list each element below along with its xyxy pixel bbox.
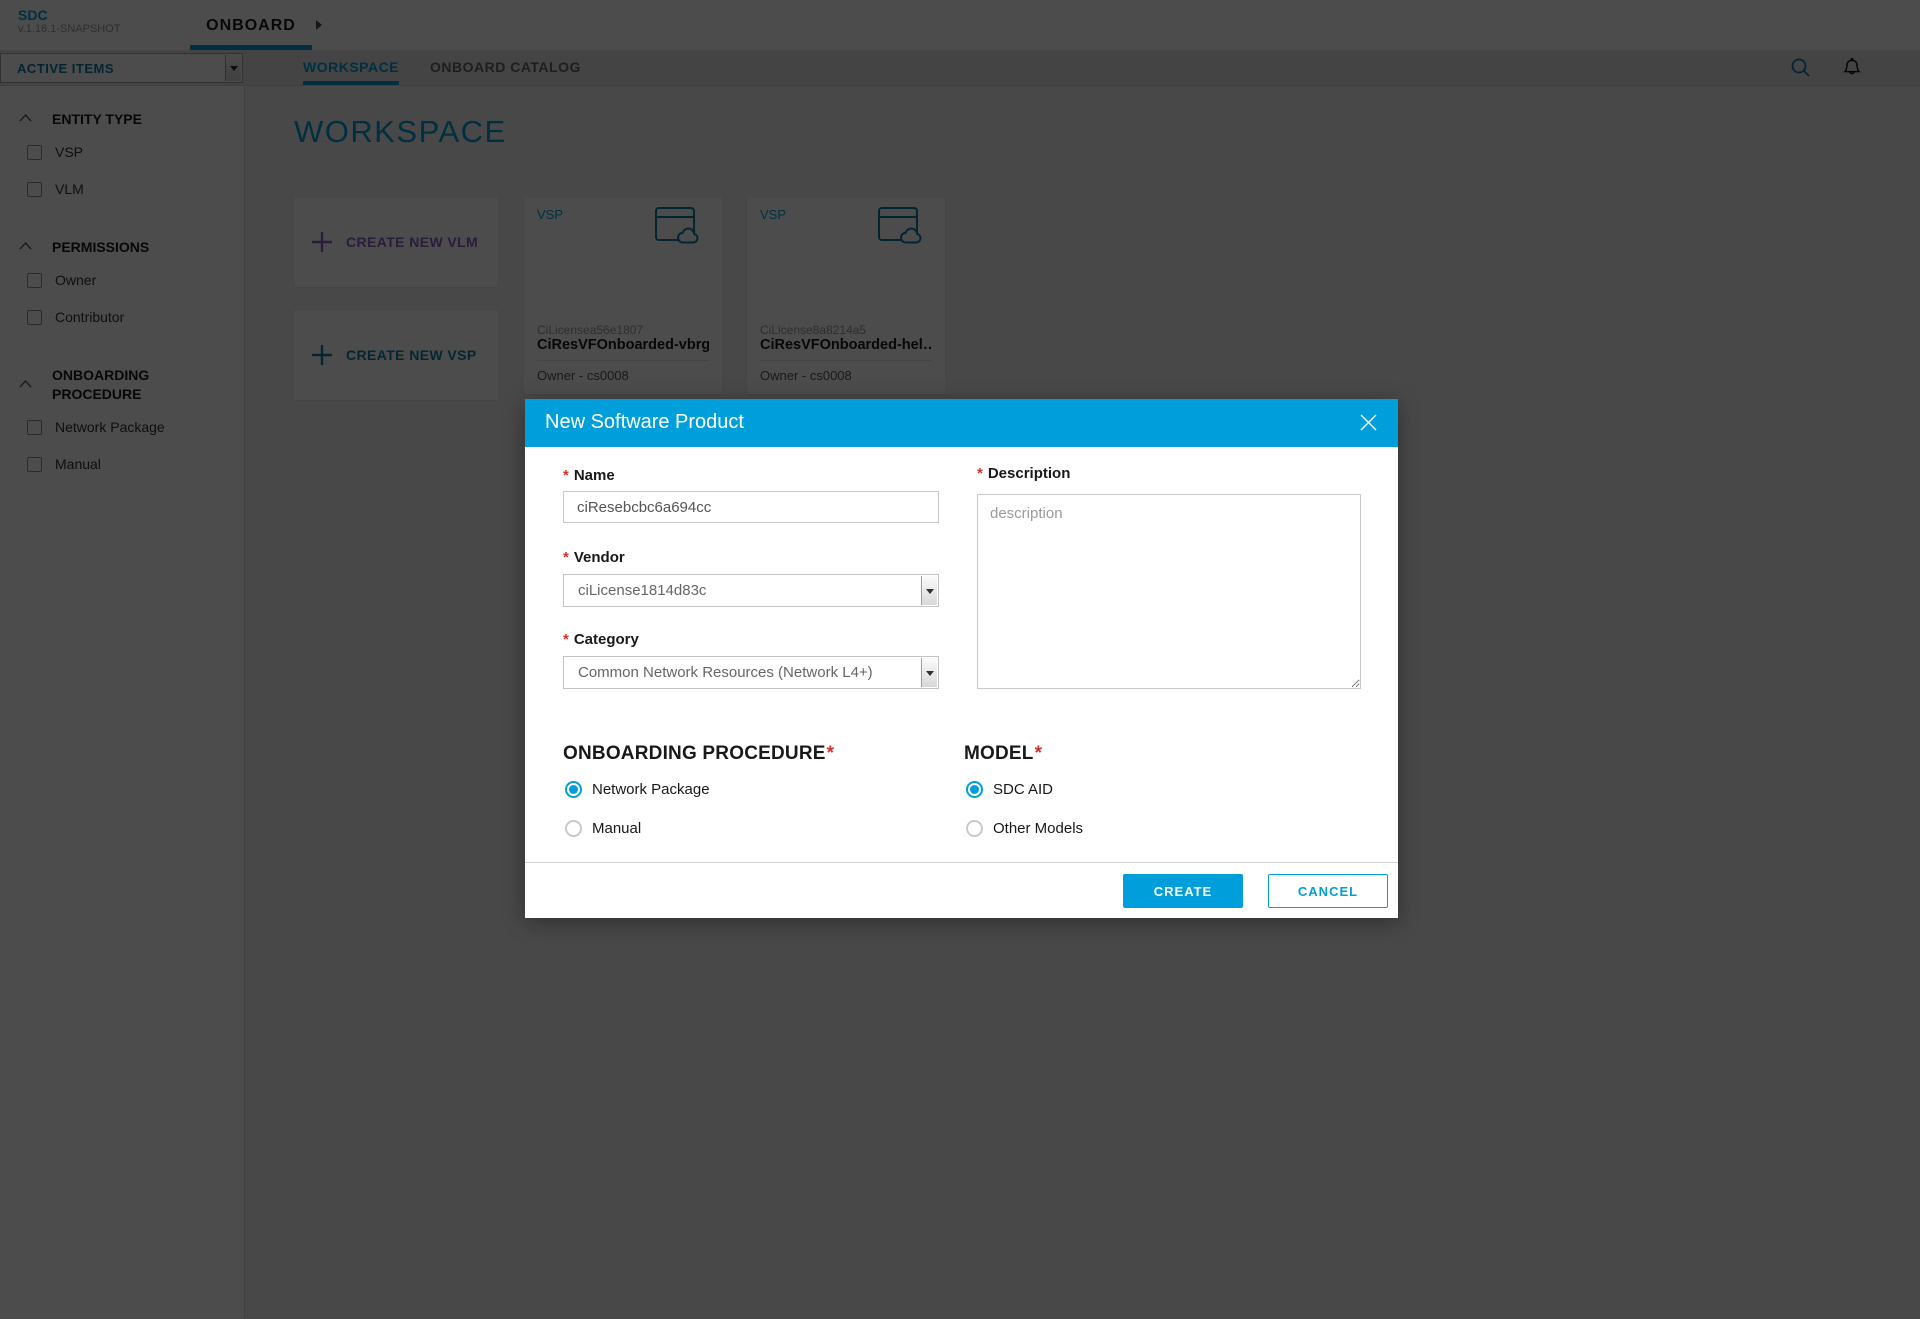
manual-radio[interactable]	[565, 820, 582, 837]
create-button[interactable]: CREATE	[1123, 874, 1243, 908]
dropdown-arrow-icon[interactable]	[921, 658, 937, 687]
sdc-aid-radio[interactable]	[966, 781, 983, 798]
radio-sdc-aid[interactable]: SDC AID	[966, 781, 1053, 798]
radio-network-package[interactable]: Network Package	[565, 781, 710, 798]
vendor-field-label: *Vendor	[563, 549, 625, 566]
onboarding-procedure-section-title: ONBOARDING PROCEDURE*	[563, 743, 834, 765]
network-package-radio[interactable]	[565, 781, 582, 798]
required-asterisk: *	[563, 631, 569, 648]
other-models-radio[interactable]	[966, 820, 983, 837]
modal-footer: CREATE CANCEL	[525, 862, 1398, 918]
name-input[interactable]	[563, 491, 939, 523]
name-field-label: *Name	[563, 467, 615, 484]
new-software-product-modal: New Software Product *Name *Description …	[525, 399, 1398, 918]
cancel-button[interactable]: CANCEL	[1268, 874, 1388, 908]
radio-manual[interactable]: Manual	[565, 820, 641, 837]
close-icon[interactable]	[1360, 414, 1377, 431]
modal-title: New Software Product	[545, 411, 744, 434]
radio-label: SDC AID	[993, 781, 1053, 798]
category-field-label: *Category	[563, 631, 639, 648]
modal-header: New Software Product	[525, 399, 1398, 447]
description-textarea[interactable]	[977, 494, 1361, 689]
required-asterisk: *	[977, 465, 983, 482]
required-asterisk: *	[827, 743, 835, 764]
category-select[interactable]: Common Network Resources (Network L4+)	[563, 656, 939, 689]
category-select-value: Common Network Resources (Network L4+)	[578, 664, 873, 681]
radio-other-models[interactable]: Other Models	[966, 820, 1083, 837]
vendor-select-value: ciLicense1814d83c	[578, 582, 706, 599]
radio-label: Manual	[592, 820, 641, 837]
vendor-select[interactable]: ciLicense1814d83c	[563, 574, 939, 607]
description-field-label: *Description	[977, 465, 1070, 482]
radio-label: Network Package	[592, 781, 710, 798]
radio-label: Other Models	[993, 820, 1083, 837]
model-section-title: MODEL*	[964, 743, 1042, 765]
required-asterisk: *	[1035, 743, 1043, 764]
dropdown-arrow-icon[interactable]	[921, 576, 937, 605]
required-asterisk: *	[563, 467, 569, 484]
required-asterisk: *	[563, 549, 569, 566]
